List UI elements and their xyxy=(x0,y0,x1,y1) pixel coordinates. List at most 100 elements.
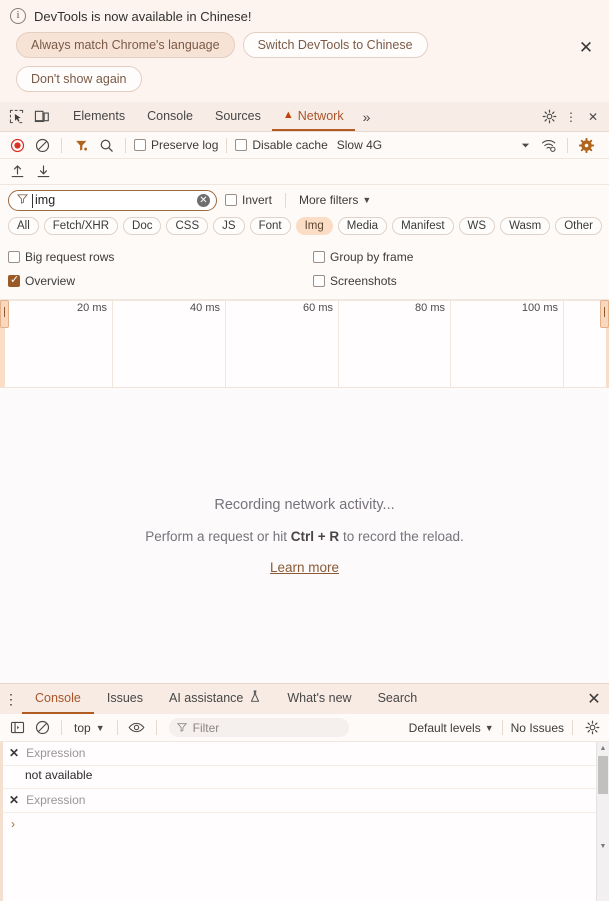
network-conditions-icon[interactable] xyxy=(538,134,560,156)
live-expression-row-1[interactable]: ✕ Expression xyxy=(3,742,609,766)
tab-sources-label: Sources xyxy=(215,109,261,123)
invert-label: Invert xyxy=(242,193,272,207)
overview-checkbox[interactable]: Overview xyxy=(8,274,313,288)
tab-network[interactable]: ▲ Network xyxy=(272,102,355,131)
drawer-tab-console[interactable]: Console xyxy=(22,684,94,714)
preserve-log-box xyxy=(134,139,146,151)
console-settings-icon[interactable] xyxy=(581,717,603,739)
big-request-rows-checkbox[interactable]: Big request rows xyxy=(8,250,313,264)
record-button[interactable] xyxy=(6,134,28,156)
device-toolbar-icon[interactable] xyxy=(32,107,52,127)
overview-left-resizer[interactable] xyxy=(0,300,9,328)
console-filter-input[interactable]: Filter xyxy=(169,718,349,737)
remove-live-expression-icon-1[interactable]: ✕ xyxy=(9,746,19,761)
learn-more-link[interactable]: Learn more xyxy=(270,560,339,575)
console-issues-counter[interactable]: No Issues xyxy=(511,721,564,735)
more-filters-dropdown[interactable]: More filters ▼ xyxy=(299,193,371,207)
preserve-log-checkbox[interactable]: Preserve log xyxy=(134,138,218,152)
drawer-tab-issues[interactable]: Issues xyxy=(94,684,156,714)
type-filter-ws[interactable]: WS xyxy=(459,217,496,235)
console-divider-5 xyxy=(572,720,573,735)
throttling-dropdown-icon[interactable] xyxy=(514,134,536,156)
live-expression-row-2[interactable]: ✕ Expression xyxy=(3,789,609,813)
reload-shortcut: Ctrl + R xyxy=(291,529,339,544)
type-filter-wasm[interactable]: Wasm xyxy=(500,217,550,235)
disable-cache-box xyxy=(235,139,247,151)
type-filter-fetch-xhr[interactable]: Fetch/XHR xyxy=(44,217,118,235)
switch-devtools-language-button[interactable]: Switch DevTools to Chinese xyxy=(243,32,428,58)
type-filter-media[interactable]: Media xyxy=(338,217,387,235)
console-scrollbar[interactable]: ▲ ▼ xyxy=(596,742,609,901)
clear-filter-icon[interactable]: ✕ xyxy=(197,194,210,207)
throttling-value[interactable]: Slow 4G xyxy=(337,138,382,152)
prompt-caret-icon: › xyxy=(11,817,15,831)
type-filter-manifest[interactable]: Manifest xyxy=(392,217,453,235)
type-filter-font[interactable]: Font xyxy=(250,217,291,235)
console-log-levels-label: Default levels xyxy=(409,721,481,735)
live-expression-name-1: Expression xyxy=(26,746,85,761)
tab-elements[interactable]: Elements xyxy=(62,102,136,131)
tab-sources[interactable]: Sources xyxy=(204,102,272,131)
import-har-icon[interactable] xyxy=(6,161,28,183)
screenshots-checkbox[interactable]: Screenshots xyxy=(313,274,397,288)
network-toolbar-right xyxy=(514,134,603,156)
funnel-icon xyxy=(17,193,28,207)
filter-toggle-icon[interactable] xyxy=(70,134,92,156)
overview-tick-60ms: 60 ms xyxy=(226,300,339,388)
overview-right-resizer[interactable] xyxy=(600,300,609,328)
close-devtools-icon[interactable]: ✕ xyxy=(583,107,603,127)
type-filter-all[interactable]: All xyxy=(8,217,39,235)
context-chevron-down-icon: ▼ xyxy=(96,723,105,733)
overview-tick-80ms: 80 ms xyxy=(339,300,451,388)
drawer-more-icon[interactable]: ⋮ xyxy=(0,684,22,714)
scrollbar-thumb[interactable] xyxy=(598,756,608,794)
settings-gear-icon[interactable] xyxy=(539,107,559,127)
drawer-tab-ai-assistance[interactable]: AI assistance xyxy=(156,684,274,714)
remove-live-expression-icon-2[interactable]: ✕ xyxy=(9,793,19,808)
tab-console[interactable]: Console xyxy=(136,102,204,131)
dont-show-again-button[interactable]: Don't show again xyxy=(16,66,142,92)
big-request-rows-box xyxy=(8,251,20,263)
live-expression-icon[interactable] xyxy=(126,717,148,739)
console-divider-2 xyxy=(117,720,118,735)
disable-cache-label: Disable cache xyxy=(252,138,327,152)
live-expression-value-1: not available xyxy=(3,766,609,789)
more-tabs-icon[interactable]: » xyxy=(355,102,379,131)
drawer-tab-whats-new[interactable]: What's new xyxy=(274,684,364,714)
type-filter-js[interactable]: JS xyxy=(213,217,244,235)
console-log-levels[interactable]: Default levels ▼ xyxy=(409,721,494,735)
type-filter-doc[interactable]: Doc xyxy=(123,217,161,235)
perform-request-suffix: to record the reload. xyxy=(339,529,464,544)
settings-row-2: Overview Screenshots xyxy=(8,269,601,293)
network-overview[interactable]: 20 ms 40 ms 60 ms 80 ms 100 ms xyxy=(0,300,609,388)
export-har-icon[interactable] xyxy=(32,161,54,183)
drawer-tab-issues-label: Issues xyxy=(107,691,143,705)
always-match-language-button[interactable]: Always match Chrome's language xyxy=(16,32,235,58)
scroll-down-icon[interactable]: ▼ xyxy=(597,840,609,853)
overview-box xyxy=(8,275,20,287)
filter-input[interactable]: img ✕ xyxy=(8,190,217,211)
language-banner: i DevTools is now available in Chinese! … xyxy=(0,0,609,102)
clear-button[interactable] xyxy=(31,134,53,156)
drawer-tab-search[interactable]: Search xyxy=(365,684,431,714)
more-options-icon[interactable]: ⋮ xyxy=(561,107,581,127)
group-by-frame-checkbox[interactable]: Group by frame xyxy=(313,250,413,264)
type-filter-img[interactable]: Img xyxy=(296,217,333,235)
console-prompt[interactable]: › xyxy=(3,813,609,835)
console-sidebar-icon[interactable] xyxy=(6,717,28,739)
network-settings-icon[interactable] xyxy=(575,134,597,156)
disable-cache-checkbox[interactable]: Disable cache xyxy=(235,138,327,152)
console-context-selector[interactable]: top ▼ xyxy=(70,721,109,735)
clear-console-icon[interactable] xyxy=(31,717,53,739)
banner-message: DevTools is now available in Chinese! xyxy=(34,9,252,24)
drawer-close-icon[interactable]: ✕ xyxy=(579,684,609,714)
type-filter-other[interactable]: Other xyxy=(555,217,602,235)
scroll-up-icon[interactable]: ▲ xyxy=(597,742,609,755)
recording-message: Recording network activity... xyxy=(214,497,394,513)
banner-close-icon[interactable]: ✕ xyxy=(575,36,597,58)
drawer-tab-search-label: Search xyxy=(378,691,418,705)
type-filter-css[interactable]: CSS xyxy=(166,217,208,235)
invert-checkbox[interactable]: Invert xyxy=(225,193,272,207)
search-icon[interactable] xyxy=(95,134,117,156)
inspect-element-icon[interactable] xyxy=(6,107,26,127)
